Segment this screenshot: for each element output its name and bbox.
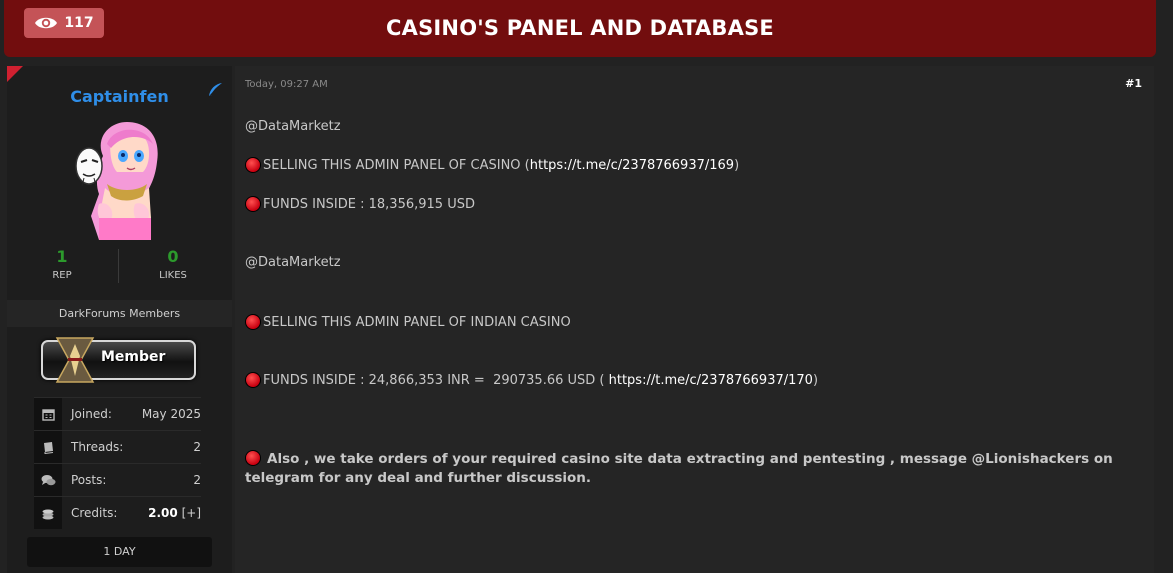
likes-value: 0 xyxy=(167,247,179,266)
posts-value[interactable]: 2 xyxy=(193,473,201,487)
credits-value: 2.00 xyxy=(148,506,178,520)
line-text: SELLING THIS ADMIN PANEL OF INDIAN CASIN… xyxy=(263,314,571,330)
post-line: FUNDS INSIDE : 24,866,353 INR = 290735.6… xyxy=(245,372,818,388)
user-group: DarkForums Members xyxy=(7,300,232,327)
post-line: @DataMarketz xyxy=(245,255,341,270)
red-circle-icon xyxy=(245,196,261,212)
calendar-icon xyxy=(34,398,62,430)
thread-title-bar: 117 CASINO'S PANEL AND DATABASE xyxy=(4,0,1156,57)
line-text: FUNDS INSIDE : 24,866,353 INR = 290735.6… xyxy=(263,372,609,388)
closing-paragraph: Also , we take orders of your required c… xyxy=(245,450,1145,488)
joined-value: May 2025 xyxy=(141,407,201,421)
post-line: SELLING THIS ADMIN PANEL OF INDIAN CASIN… xyxy=(245,314,571,330)
member-rank-label: Member xyxy=(101,349,166,365)
red-circle-icon xyxy=(245,450,261,466)
stat-divider xyxy=(118,249,119,283)
coins-icon xyxy=(34,497,62,529)
credits-label: Credits: xyxy=(71,506,118,520)
author-username[interactable]: Captainfen xyxy=(7,87,232,106)
line-text: SELLING THIS ADMIN PANEL OF CASINO ( xyxy=(263,157,530,173)
telegram-link[interactable]: https://t.me/c/2378766937/169 xyxy=(530,158,734,173)
info-row-joined: Joined: May 2025 xyxy=(34,397,201,430)
line-text: FUNDS INSIDE : 18,356,915 USD xyxy=(263,196,475,212)
post-number-link[interactable]: #1 xyxy=(1125,77,1142,90)
red-circle-icon xyxy=(245,157,261,173)
threads-label: Threads: xyxy=(71,440,124,454)
avatar[interactable] xyxy=(65,118,177,240)
post-line: SELLING THIS ADMIN PANEL OF CASINO ( htt… xyxy=(245,157,739,173)
author-sidebar: Captainfen 1 REP 0 LIKES DarkForums Memb… xyxy=(7,66,232,573)
likes-stat: 0 LIKES xyxy=(123,247,223,281)
mention-text: @DataMarketz xyxy=(245,255,341,270)
post-line: @DataMarketz xyxy=(245,119,341,134)
post-line: FUNDS INSIDE : 18,356,915 USD xyxy=(245,196,475,212)
likes-label: LIKES xyxy=(159,270,187,281)
threads-value[interactable]: 2 xyxy=(193,440,201,454)
line-suffix: ) xyxy=(734,157,740,173)
rank-emblem-icon xyxy=(55,337,95,383)
book-icon xyxy=(34,431,62,463)
member-rank-badge: Member xyxy=(41,337,196,383)
credits-add-button[interactable]: [+] xyxy=(182,506,201,520)
joined-label: Joined: xyxy=(71,407,112,421)
closing-text: Also , we take orders of your required c… xyxy=(245,451,1113,486)
telegram-link[interactable]: https://t.me/c/2378766937/170 xyxy=(609,373,813,388)
page-title: CASINO'S PANEL AND DATABASE xyxy=(386,16,774,40)
rep-label: REP xyxy=(52,270,72,281)
post-date: Today, 09:27 AM xyxy=(245,79,328,90)
credits-value-wrap: 2.00 [+] xyxy=(148,506,201,520)
info-row-threads: Threads: 2 xyxy=(34,430,201,463)
corner-flag xyxy=(7,66,23,82)
red-circle-icon xyxy=(245,372,261,388)
post-body: Today, 09:27 AM #1 @DataMarketz SELLING … xyxy=(235,66,1154,573)
red-circle-icon xyxy=(245,314,261,330)
feather-icon xyxy=(208,83,222,98)
mention-text: @DataMarketz xyxy=(245,119,341,134)
line-suffix: ) xyxy=(812,372,819,388)
rep-value: 1 xyxy=(56,247,68,266)
info-row-posts: Posts: 2 xyxy=(34,463,201,496)
duration-badge: 1 DAY xyxy=(27,537,212,567)
chat-icon xyxy=(34,464,62,496)
posts-label: Posts: xyxy=(71,473,107,487)
rep-stat: 1 REP xyxy=(12,247,112,281)
info-row-credits: Credits: 2.00 [+] xyxy=(34,496,201,529)
